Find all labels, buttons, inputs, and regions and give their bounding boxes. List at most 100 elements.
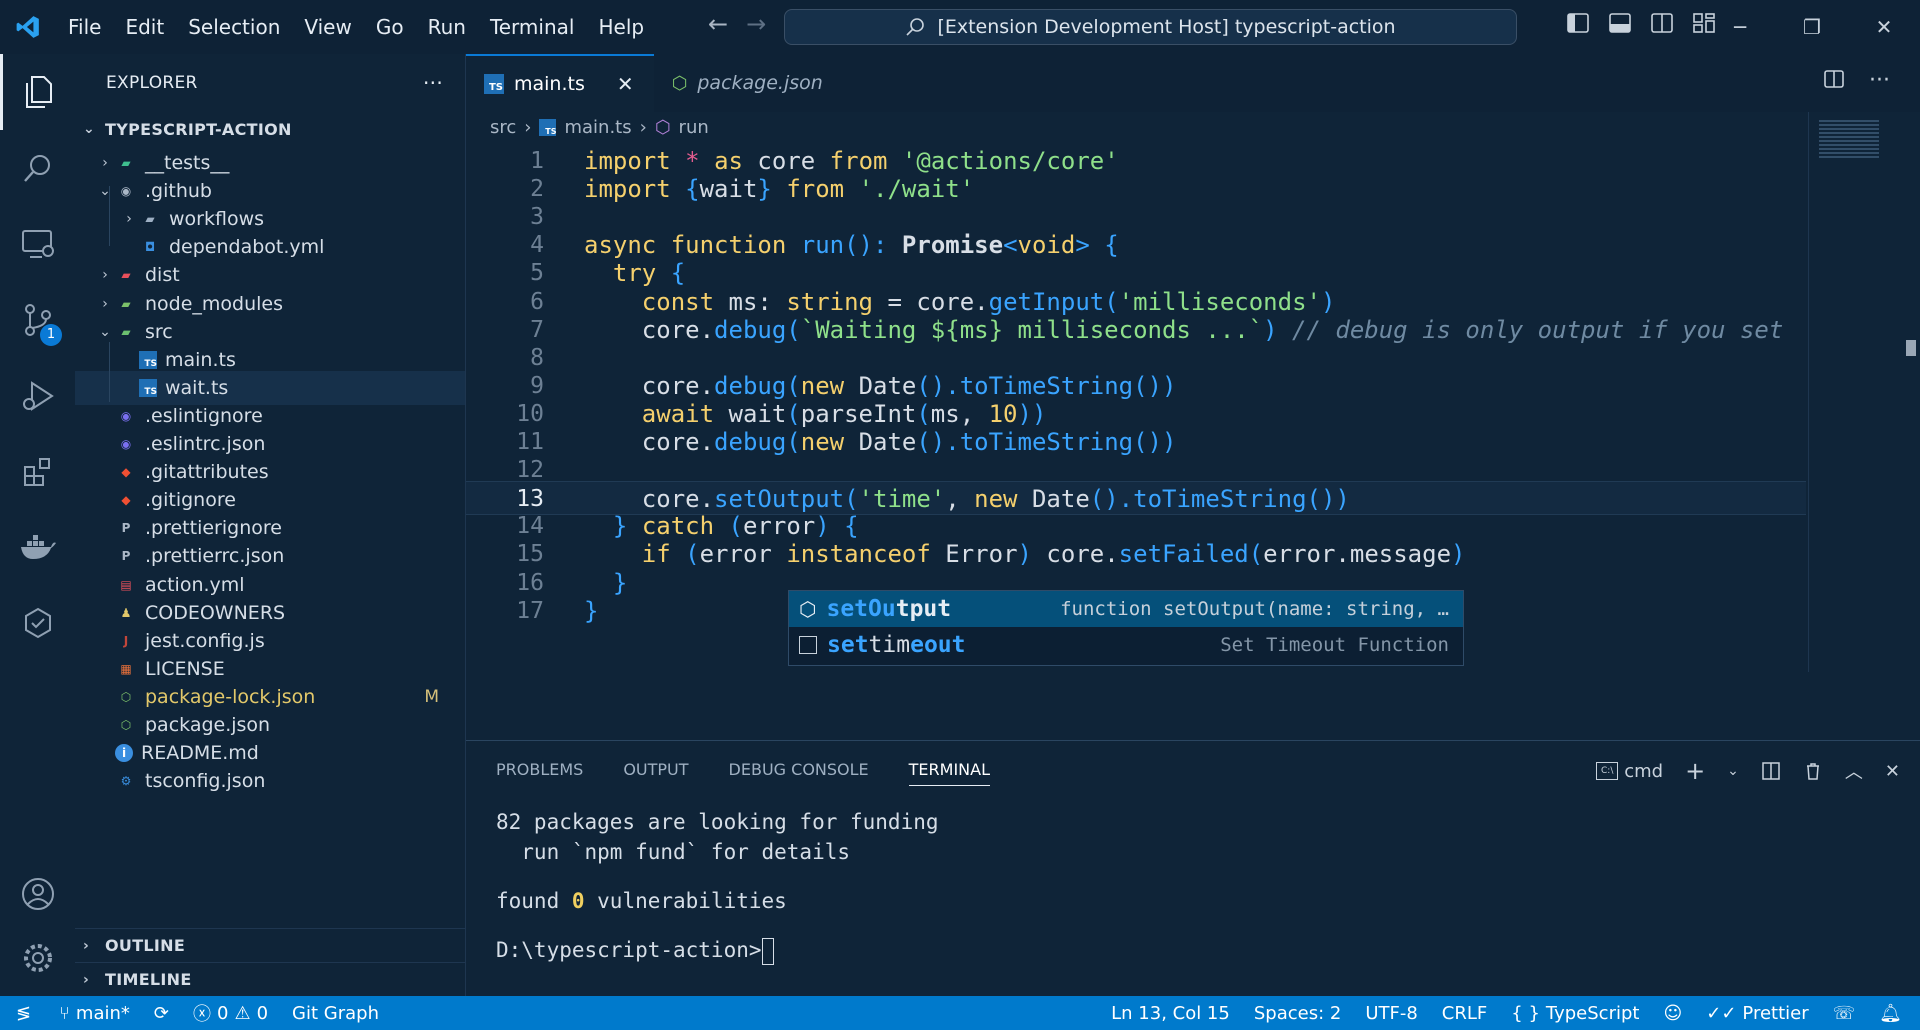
- folder-dist-icon: ▰: [121, 268, 131, 283]
- close-panel-icon[interactable]: ✕: [1885, 761, 1900, 782]
- branch-indicator[interactable]: ⑂ main*: [47, 996, 142, 1030]
- back-arrow-icon[interactable]: ←: [708, 10, 728, 38]
- breadcrumb: src › TS main.ts › ⬡ run: [466, 112, 1920, 142]
- snippet-icon: [799, 636, 817, 654]
- minimap[interactable]: [1808, 112, 1920, 672]
- chevron-right-icon: ›: [83, 971, 90, 988]
- sidebar-title: EXPLORER: [106, 73, 198, 93]
- suggestion-settimeout[interactable]: settimeout Set Timeout Function: [789, 627, 1463, 663]
- close-window-icon[interactable]: ✕: [1848, 0, 1920, 54]
- cursor-position[interactable]: Ln 13, Col 15: [1099, 996, 1242, 1030]
- menu-terminal[interactable]: Terminal: [478, 0, 587, 54]
- more-actions-icon[interactable]: ···: [1869, 68, 1890, 93]
- tab-output[interactable]: OUTPUT: [623, 760, 688, 779]
- git-graph-label: Git Graph: [292, 1002, 379, 1024]
- testing-icon[interactable]: [0, 586, 75, 662]
- menu-help[interactable]: Help: [586, 0, 656, 54]
- eslint-icon: ◉: [120, 437, 132, 451]
- terminal-shell-selector[interactable]: C:\ cmd: [1596, 761, 1663, 782]
- close-tab-icon[interactable]: ✕: [617, 72, 634, 96]
- toggle-primary-sidebar-icon[interactable]: [1566, 12, 1590, 34]
- tree-item-label: .prettierignore: [145, 517, 282, 540]
- folder-node-icon: ▰: [121, 296, 131, 311]
- maximize-panel-icon[interactable]: ︿: [1845, 758, 1863, 784]
- scrollbar-thumb[interactable]: [1906, 340, 1916, 356]
- indent-guide: [109, 186, 110, 246]
- run-debug-icon[interactable]: [0, 358, 75, 434]
- bottom-panel: PROBLEMS OUTPUT DEBUG CONSOLE TERMINAL C…: [466, 740, 1920, 996]
- tab-main-ts[interactable]: TS main.ts ✕: [466, 54, 654, 112]
- suggestion-setoutput[interactable]: ⬡ setOutput function setOutput(name: str…: [789, 591, 1463, 627]
- toggle-secondary-sidebar-icon[interactable]: [1650, 12, 1674, 34]
- remote-indicator[interactable]: ≶: [0, 996, 47, 1030]
- remote-explorer-icon[interactable]: [0, 206, 75, 282]
- workspace-root-header[interactable]: ⌄ TYPESCRIPT-ACTION: [75, 112, 465, 146]
- copilot-button[interactable]: ☺: [1651, 996, 1694, 1030]
- chevron-right-icon: ›: [524, 116, 532, 138]
- search-icon[interactable]: [0, 130, 75, 206]
- tab-problems[interactable]: PROBLEMS: [496, 760, 583, 779]
- function-symbol-icon: ⬡: [654, 116, 671, 138]
- window-controls: ─ ❐ ✕: [1704, 0, 1920, 54]
- end-of-line[interactable]: CRLF: [1430, 996, 1499, 1030]
- tree-item-label: README.md: [141, 742, 259, 765]
- menu-edit[interactable]: Edit: [113, 0, 176, 54]
- trash-icon[interactable]: [1803, 761, 1823, 781]
- suggestion-rest: tput: [895, 596, 952, 622]
- settings-gear-icon[interactable]: [0, 920, 75, 996]
- toggle-panel-icon[interactable]: [1608, 12, 1632, 34]
- more-actions-icon[interactable]: ···: [423, 71, 443, 95]
- tree-item[interactable]: ⚙ tsconfig.json: [75, 764, 465, 798]
- tab-debug-console[interactable]: DEBUG CONSOLE: [729, 760, 869, 779]
- restore-icon[interactable]: ❐: [1776, 0, 1848, 54]
- menu-selection[interactable]: Selection: [176, 0, 292, 54]
- explorer-icon[interactable]: [0, 54, 75, 130]
- chevron-right-icon: ›: [126, 211, 132, 228]
- tree-item-label: CODEOWNERS: [145, 601, 286, 624]
- menu-run[interactable]: Run: [416, 0, 478, 54]
- indentation[interactable]: Spaces: 2: [1242, 996, 1353, 1030]
- terminal-cursor: [761, 937, 774, 965]
- docker-icon[interactable]: [0, 510, 75, 586]
- tree-item-label: action.yml: [145, 573, 245, 596]
- feedback-button[interactable]: ☏: [1821, 996, 1868, 1030]
- tree-item-label: wait.ts: [165, 376, 229, 399]
- menu-go[interactable]: Go: [364, 0, 416, 54]
- minimize-icon[interactable]: ─: [1704, 0, 1776, 54]
- feedback-icon: ☏: [1832, 1002, 1856, 1024]
- tree-item-label: __tests__: [145, 152, 230, 174]
- prompt-text: D:\typescript-action>: [496, 938, 762, 962]
- menu-file[interactable]: File: [56, 0, 113, 54]
- terminal-output[interactable]: 82 packages are looking for funding run …: [496, 807, 939, 965]
- prettier-label: Prettier: [1742, 1002, 1809, 1024]
- extensions-icon[interactable]: [0, 434, 75, 510]
- codeowners-icon: ♟: [120, 605, 132, 620]
- language-mode[interactable]: { } TypeScript: [1499, 996, 1651, 1030]
- split-editor-icon[interactable]: [1823, 68, 1845, 90]
- command-center[interactable]: [Extension Development Host] typescript-…: [784, 9, 1517, 45]
- encoding[interactable]: UTF-8: [1353, 996, 1429, 1030]
- chevron-down-icon[interactable]: ⌄: [1727, 763, 1739, 779]
- breadcrumb-file[interactable]: main.ts: [564, 117, 631, 138]
- new-terminal-icon[interactable]: +: [1685, 757, 1705, 785]
- notifications-button[interactable]: 🔔︎: [1867, 996, 1920, 1030]
- problems-indicator[interactable]: ⓧ 0 ⚠ 0: [181, 996, 280, 1030]
- outline-section[interactable]: › OUTLINE: [75, 928, 465, 962]
- prettier-button[interactable]: ✓✓ Prettier: [1694, 996, 1820, 1030]
- split-terminal-icon[interactable]: [1761, 761, 1781, 781]
- typescript-file-icon: TS: [484, 74, 504, 94]
- menu-view[interactable]: View: [292, 0, 363, 54]
- eslint-icon: ◉: [120, 408, 132, 423]
- tab-terminal[interactable]: TERMINAL: [908, 760, 991, 786]
- breadcrumb-folder[interactable]: src: [490, 117, 516, 138]
- tree-item-label: .prettierrc.json: [145, 545, 285, 568]
- timeline-section[interactable]: › TIMELINE: [75, 962, 465, 996]
- git-graph-button[interactable]: Git Graph: [280, 996, 391, 1030]
- source-control-icon[interactable]: 1: [0, 282, 75, 358]
- sync-button[interactable]: ⟳: [142, 996, 181, 1030]
- navigation-arrows: ← →: [708, 10, 766, 38]
- tab-package-json[interactable]: ⬡ package.json: [654, 54, 843, 112]
- breadcrumb-symbol[interactable]: run: [679, 117, 709, 138]
- forward-arrow-icon[interactable]: →: [746, 10, 766, 38]
- suggestion-label: setOutput: [826, 596, 951, 622]
